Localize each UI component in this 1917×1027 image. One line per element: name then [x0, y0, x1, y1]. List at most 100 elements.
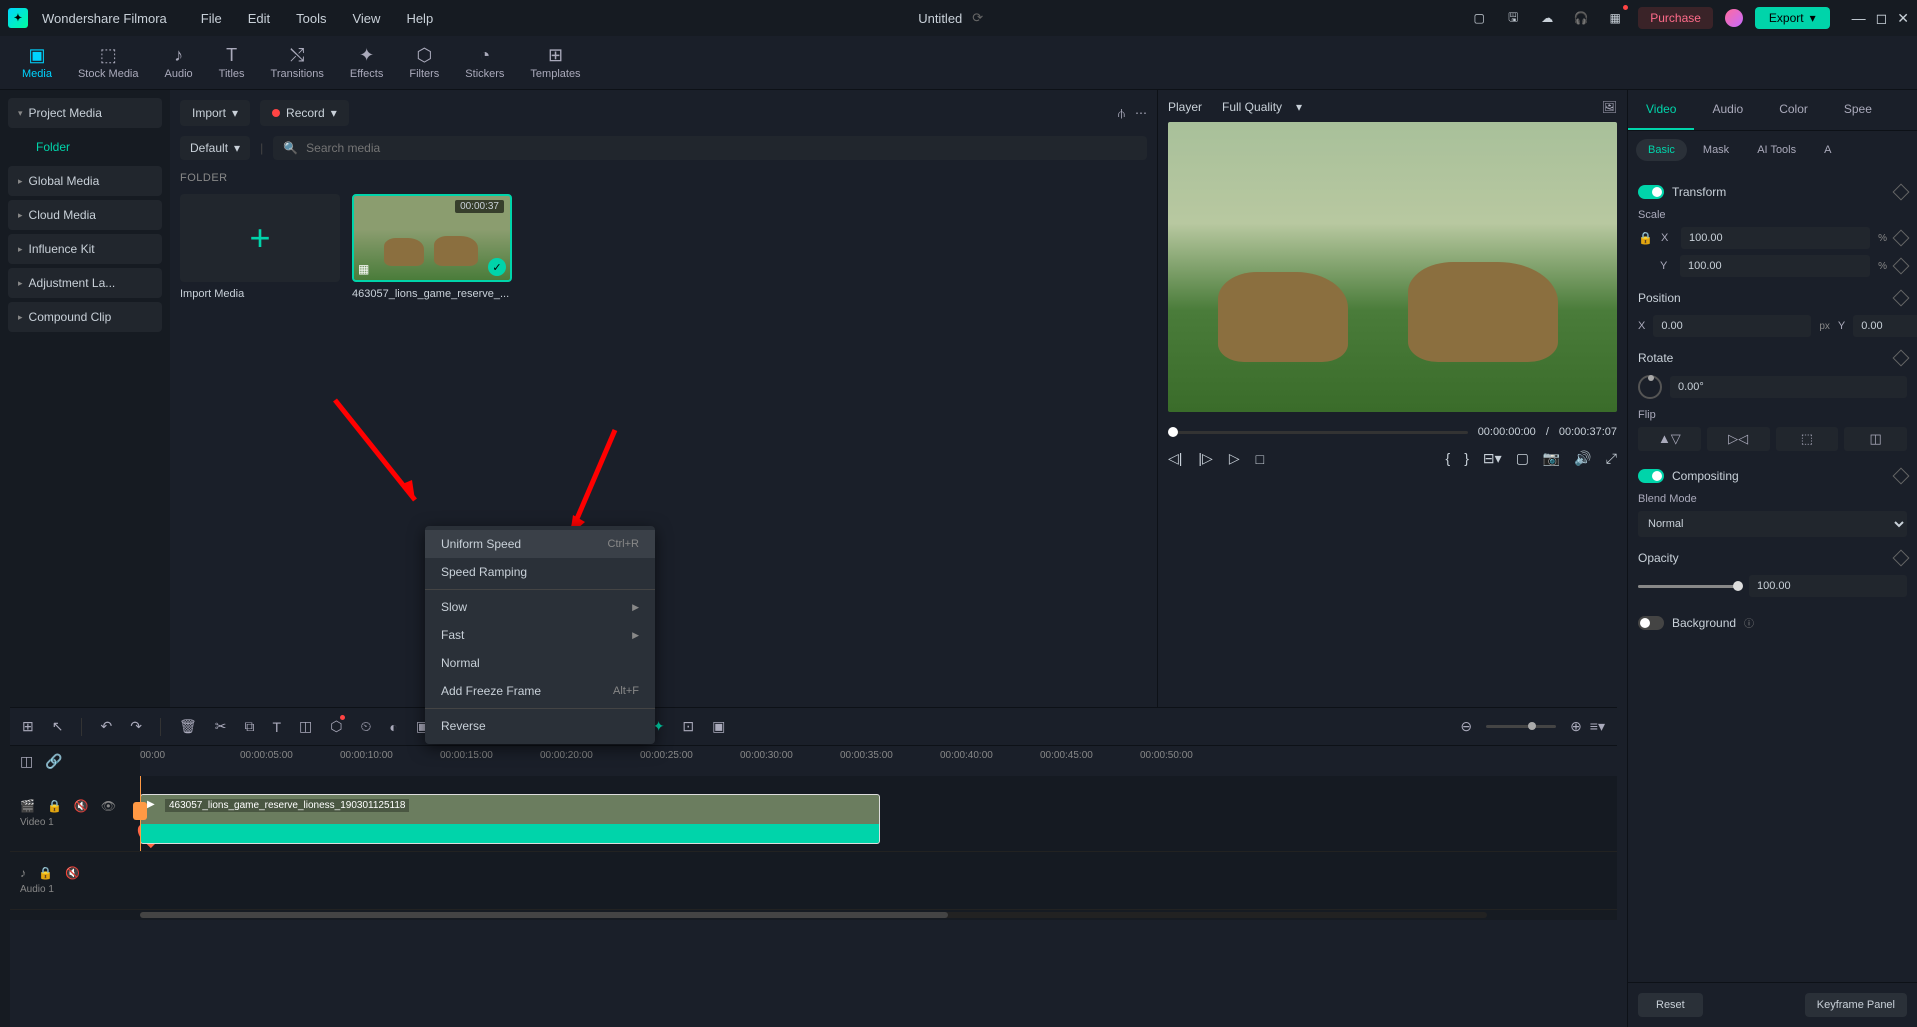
keyframe-diamond-icon[interactable] — [1893, 230, 1910, 247]
display-button[interactable]: ▢ — [1516, 450, 1529, 467]
audio-track-icon[interactable]: ♪ — [20, 866, 26, 880]
tab-templates[interactable]: ⊞Templates — [518, 41, 592, 84]
snapshot-icon[interactable]: 🖼 — [1602, 100, 1617, 114]
visibility-icon[interactable]: 👁 — [101, 799, 116, 813]
audio-track-body[interactable] — [140, 852, 1617, 909]
ctx-uniform-speed[interactable]: Uniform SpeedCtrl+R — [425, 530, 655, 558]
zoom-slider[interactable] — [1486, 725, 1556, 728]
timeline-view-icon[interactable]: ≡▾ — [1590, 718, 1605, 735]
cut-button[interactable]: ✂ — [215, 718, 227, 735]
ctx-normal[interactable]: Normal — [425, 649, 655, 677]
subtab-animation[interactable]: A — [1812, 139, 1843, 161]
cloud-sync-icon[interactable]: ⟳ — [972, 10, 983, 26]
video-preview[interactable] — [1168, 122, 1617, 412]
playhead[interactable] — [140, 776, 141, 851]
flip-mode-button[interactable]: ⬚ — [1776, 427, 1839, 451]
menu-help[interactable]: Help — [406, 11, 433, 26]
camera-icon[interactable]: 📷 — [1543, 450, 1560, 467]
ctx-speed-ramping[interactable]: Speed Ramping — [425, 558, 655, 586]
lock-icon[interactable]: 🔒 — [47, 799, 62, 813]
lock-icon[interactable]: 🔒 — [38, 866, 53, 880]
subtab-mask[interactable]: Mask — [1691, 139, 1741, 161]
menu-edit[interactable]: Edit — [248, 11, 270, 26]
keyframe-diamond-icon[interactable] — [1893, 468, 1910, 485]
opacity-slider[interactable] — [1638, 585, 1739, 588]
scale-x-input[interactable] — [1681, 227, 1870, 249]
export-button[interactable]: Export▾ — [1755, 7, 1830, 29]
prev-frame-button[interactable]: ◁| — [1168, 450, 1182, 467]
record-tool[interactable]: ▣ — [712, 718, 725, 735]
sidebar-folder[interactable]: Folder — [8, 132, 162, 162]
keyframe-panel-button[interactable]: Keyframe Panel — [1805, 993, 1907, 1017]
minimize-button[interactable]: — — [1852, 10, 1866, 27]
headset-icon[interactable]: 🎧 — [1570, 7, 1592, 29]
timeline-options-icon[interactable]: ◫ — [20, 753, 33, 770]
tab-titles[interactable]: TTitles — [207, 41, 257, 84]
scrub-bar[interactable] — [1168, 431, 1468, 434]
opacity-input[interactable] — [1749, 575, 1907, 597]
ctx-freeze-frame[interactable]: Add Freeze FrameAlt+F — [425, 677, 655, 705]
search-box[interactable]: 🔍 — [273, 136, 1147, 160]
apps-icon[interactable]: ▦ — [1604, 7, 1626, 29]
more-options-icon[interactable]: ⋯ — [1135, 106, 1147, 120]
record-button[interactable]: Record▾ — [260, 100, 349, 126]
media-clip-card[interactable]: 00:00:37 ▦ ✓ 463057_lions_game_reserve_.… — [352, 194, 512, 300]
tab-effects[interactable]: ✦Effects — [338, 41, 395, 84]
position-x-input[interactable] — [1653, 315, 1811, 337]
redo-button[interactable]: ↷ — [130, 718, 142, 735]
flip-mode2-button[interactable]: ◫ — [1844, 427, 1907, 451]
speed-tool[interactable]: ⏲ — [360, 718, 371, 735]
tab-filters[interactable]: ⬡Filters — [397, 41, 451, 84]
reset-button[interactable]: Reset — [1638, 993, 1703, 1017]
mute-icon[interactable]: 🔇 — [74, 799, 89, 813]
transform-toggle[interactable] — [1638, 185, 1664, 199]
fullscreen-icon[interactable]: ⤢ — [1606, 450, 1617, 467]
cloud-icon[interactable]: ☁ — [1536, 7, 1558, 29]
lock-icon[interactable]: 🔒 — [1638, 231, 1653, 245]
mark-in-button[interactable]: { — [1446, 450, 1451, 467]
filter-icon[interactable]: ⫛ — [1118, 106, 1125, 121]
play-forward-button[interactable]: |▷ — [1198, 450, 1212, 467]
ctx-fast[interactable]: Fast▶ — [425, 621, 655, 649]
menu-file[interactable]: File — [201, 11, 222, 26]
keyframe-diamond-icon[interactable] — [1893, 184, 1910, 201]
undo-button[interactable]: ↶ — [100, 718, 112, 735]
tab-stickers[interactable]: ◔Stickers — [453, 41, 516, 84]
menu-view[interactable]: View — [352, 11, 380, 26]
sidebar-compound-clip[interactable]: ▸Compound Clip — [8, 302, 162, 332]
video-track-icon[interactable]: 🎬 — [20, 799, 35, 813]
info-icon[interactable]: ⓘ — [1744, 615, 1754, 630]
ctx-slow[interactable]: Slow▶ — [425, 593, 655, 621]
timeline-ruler[interactable]: 00:0000:00:05:0000:00:10:0000:00:15:0000… — [140, 746, 1617, 776]
screen-icon[interactable]: ▢ — [1468, 7, 1490, 29]
import-media-card[interactable]: + Import Media — [180, 194, 340, 300]
volume-icon[interactable]: 🔊 — [1574, 450, 1591, 467]
crop-button[interactable]: ⧉ — [244, 718, 254, 735]
quality-dropdown[interactable]: Full Quality▾ — [1222, 100, 1302, 114]
menu-tools[interactable]: Tools — [296, 11, 326, 26]
keyframe-diamond-icon[interactable] — [1893, 550, 1910, 567]
tab-audio[interactable]: ♪Audio — [153, 41, 205, 84]
sidebar-global-media[interactable]: ▸Global Media — [8, 166, 162, 196]
purchase-button[interactable]: Purchase — [1638, 7, 1713, 29]
inspector-tab-color[interactable]: Color — [1761, 90, 1826, 130]
blend-mode-select[interactable]: Normal — [1638, 511, 1907, 537]
link-icon[interactable]: 🔗 — [45, 753, 62, 770]
copy-tool[interactable]: ◫ — [299, 718, 312, 735]
flip-horizontal-button[interactable]: ▲▽ — [1638, 427, 1701, 451]
flip-vertical-button[interactable]: ▷◁ — [1707, 427, 1770, 451]
zoom-in-button[interactable]: ⊕ — [1570, 718, 1582, 735]
sidebar-influence-kit[interactable]: ▸Influence Kit — [8, 234, 162, 264]
inspector-tab-speed[interactable]: Spee — [1826, 90, 1890, 130]
timeline-scrollbar[interactable] — [10, 910, 1617, 920]
keyframe-diamond-icon[interactable] — [1893, 350, 1910, 367]
rotate-input[interactable] — [1670, 376, 1907, 398]
play-button[interactable]: ▷ — [1229, 450, 1240, 467]
color-tool[interactable]: ◐ — [389, 719, 397, 735]
rotate-wheel[interactable] — [1638, 375, 1662, 399]
inspector-tab-video[interactable]: Video — [1628, 90, 1694, 130]
grid-icon[interactable]: ⊞ — [22, 718, 34, 735]
avatar[interactable] — [1725, 9, 1743, 27]
stop-button[interactable]: □ — [1256, 451, 1264, 467]
save-icon[interactable]: 🖫 — [1502, 7, 1524, 29]
